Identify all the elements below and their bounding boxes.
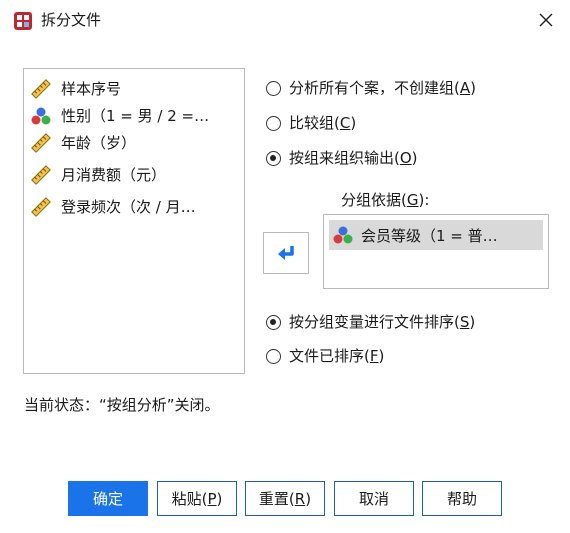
- radio-label: 文件已排序(F): [289, 347, 385, 365]
- reset-button[interactable]: 重置(R): [245, 481, 325, 516]
- spss-split-icon: [14, 12, 32, 30]
- split-file-dialog: 拆分文件 样本序号 性别（1 = 男 / 2 =… 年龄（岁） 月消费额（元） …: [0, 0, 570, 533]
- window-title: 拆分文件: [41, 11, 102, 29]
- radio-label: 按分组变量进行文件排序(S): [289, 313, 476, 331]
- list-item[interactable]: 性别（1 = 男 / 2 =…: [29, 104, 243, 128]
- radio-circle-selected: [266, 314, 281, 330]
- radio-label: 按组来组织输出(O): [289, 149, 418, 167]
- close-icon: [539, 13, 553, 27]
- radio-label: 比较组(C): [289, 114, 357, 132]
- radio-organize-by-groups[interactable]: 按组来组织输出(O): [266, 148, 418, 168]
- ruler-scale-icon: [29, 79, 53, 99]
- list-item[interactable]: 登录频次（次 / 月…: [29, 195, 243, 219]
- group-variable-label: 会员等级（1 = 普…: [361, 226, 498, 245]
- paste-button[interactable]: 粘贴(P): [157, 481, 237, 516]
- list-item[interactable]: 月消费额（元）: [29, 163, 243, 187]
- cancel-button[interactable]: 取消: [334, 481, 414, 516]
- list-item[interactable]: 会员等级（1 = 普…: [329, 220, 543, 250]
- list-item[interactable]: 样本序号: [29, 77, 243, 101]
- move-variable-button[interactable]: [263, 232, 309, 274]
- group-by-list[interactable]: 会员等级（1 = 普…: [323, 214, 549, 289]
- ruler-scale-icon: [29, 165, 53, 185]
- help-button[interactable]: 帮助: [422, 481, 502, 516]
- current-status-text: 当前状态：“按组分析”关闭。: [24, 396, 220, 414]
- radio-label: 分析所有个案，不创建组(A): [289, 79, 476, 97]
- ok-button[interactable]: 确定: [68, 481, 148, 516]
- nominal-balls-icon: [29, 106, 53, 126]
- ruler-scale-icon: [29, 133, 53, 153]
- group-by-label: 分组依据(G):: [341, 191, 430, 209]
- list-item[interactable]: 年龄（岁）: [29, 131, 243, 155]
- title-bar: 拆分文件: [0, 0, 570, 40]
- radio-circle: [266, 115, 281, 131]
- radio-compare-groups[interactable]: 比较组(C): [266, 113, 356, 133]
- radio-sort-by-group-vars[interactable]: 按分组变量进行文件排序(S): [266, 312, 475, 332]
- radio-circle-selected: [266, 150, 281, 166]
- variable-label: 样本序号: [61, 80, 122, 98]
- variable-list[interactable]: 样本序号 性别（1 = 男 / 2 =… 年龄（岁） 月消费额（元） 登录频次（…: [23, 68, 245, 374]
- ruler-scale-icon: [29, 197, 53, 217]
- close-button[interactable]: [530, 6, 562, 34]
- radio-circle: [266, 348, 281, 364]
- variable-label: 月消费额（元）: [61, 166, 167, 184]
- nominal-balls-icon: [331, 225, 355, 245]
- radio-circle: [266, 80, 281, 96]
- variable-label: 性别（1 = 男 / 2 =…: [61, 107, 210, 125]
- variable-label: 登录频次（次 / 月…: [61, 198, 196, 216]
- radio-analyze-all[interactable]: 分析所有个案，不创建组(A): [266, 78, 476, 98]
- radio-file-already-sorted[interactable]: 文件已排序(F): [266, 346, 384, 366]
- arrow-left-icon: [278, 246, 294, 260]
- variable-label: 年龄（岁）: [61, 134, 137, 152]
